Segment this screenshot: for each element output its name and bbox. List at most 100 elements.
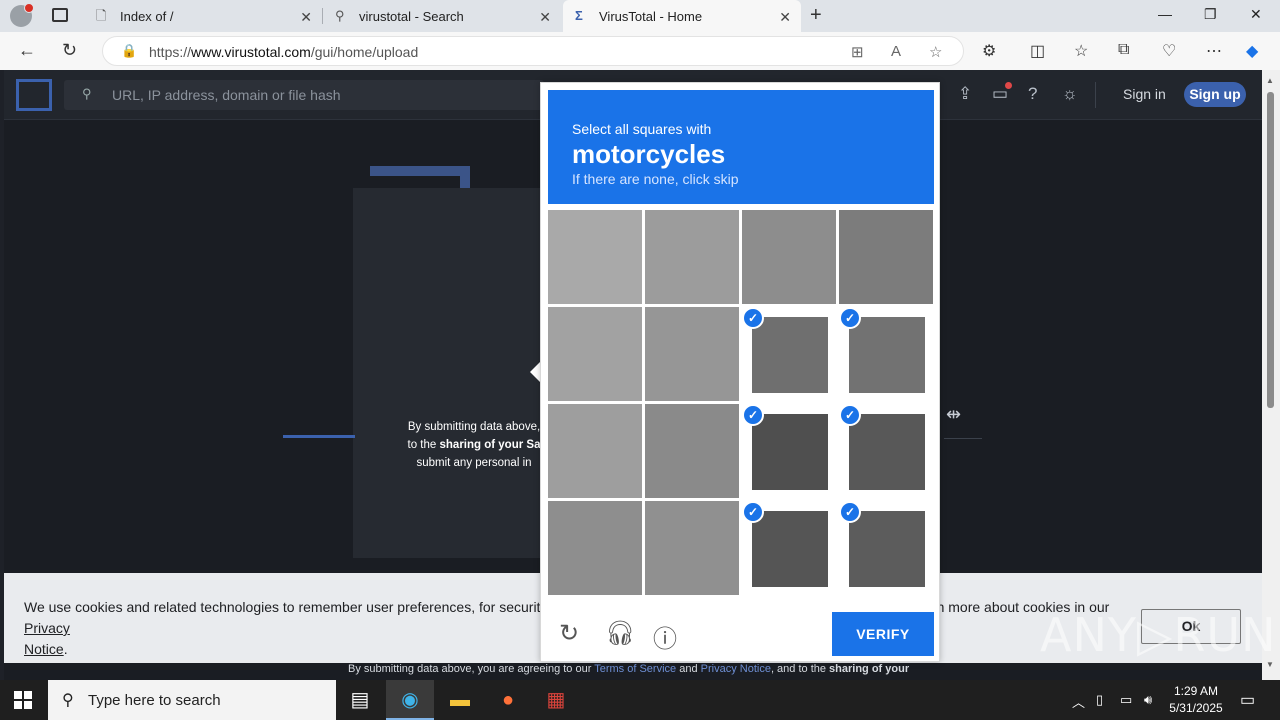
captcha-tile[interactable] [742, 210, 836, 304]
captcha-tile-image [752, 317, 828, 393]
sign-up-button[interactable]: Sign up [1184, 82, 1246, 107]
minimize-icon[interactable]: — [1158, 6, 1172, 22]
captcha-tile-image [548, 404, 642, 498]
clock[interactable]: 1:29 AM 5/31/2025 [1164, 683, 1228, 717]
captcha-tile-image [839, 210, 933, 304]
windows-start-icon[interactable] [14, 691, 32, 709]
captcha-tile[interactable] [839, 210, 933, 304]
privacy-notice-link[interactable]: Privacy [24, 620, 70, 636]
theme-toggle-icon[interactable]: ☼ [1062, 84, 1078, 104]
terms-link[interactable]: Terms of Service [594, 663, 676, 675]
firefox-icon[interactable]: ● [484, 680, 532, 720]
search-placeholder: URL, IP address, domain or file hash [112, 87, 341, 103]
network-icon[interactable]: ▭ [1120, 692, 1132, 708]
close-icon[interactable]: ✕ [300, 9, 312, 26]
app-available-icon[interactable]: ⊞ [851, 43, 864, 61]
reload-icon[interactable]: ↻ [559, 619, 579, 648]
privacy-link[interactable]: Privacy Notice [701, 663, 771, 675]
captcha-tile[interactable] [548, 501, 642, 595]
winrar-icon[interactable]: ▦ [532, 680, 580, 720]
taskbar-search-placeholder: Type here to search [88, 692, 221, 709]
privacy-notice-link-2[interactable]: Notice [24, 641, 64, 657]
favorites-icon[interactable]: ☆ [1074, 41, 1088, 61]
check-icon: ✓ [742, 404, 764, 426]
info-icon[interactable]: ⓘ [653, 619, 677, 654]
search-mode-icon[interactable]: ⇹ [946, 404, 961, 425]
captcha-tile[interactable] [645, 210, 739, 304]
captcha-tile-image [645, 404, 739, 498]
profile-avatar[interactable] [10, 3, 34, 27]
virustotal-logo[interactable] [16, 79, 52, 111]
captcha-tile-image [742, 210, 836, 304]
captcha-tile[interactable]: ✓ [742, 501, 836, 595]
captcha-tile[interactable]: ✓ [742, 307, 836, 401]
captcha-instruction: Select all squares with [572, 121, 712, 137]
help-icon[interactable]: ? [1028, 84, 1037, 104]
refresh-icon[interactable]: ↻ [62, 40, 77, 61]
read-aloud-icon[interactable]: A [891, 43, 901, 60]
captcha-footer: ↻ 🎧︎ ⓘ VERIFY [541, 603, 941, 663]
url-field[interactable]: 🔒 https://www.virustotal.com/gui/home/up… [102, 36, 964, 66]
captcha-tile[interactable]: ✓ [839, 404, 933, 498]
audio-challenge-icon[interactable]: 🎧︎ [605, 619, 635, 648]
sign-in-link[interactable]: Sign in [1123, 86, 1166, 102]
captcha-tile[interactable]: ✓ [742, 404, 836, 498]
address-bar-row: ← ↻ 🔒 https://www.virustotal.com/gui/hom… [0, 32, 1280, 70]
file-explorer-icon[interactable]: ▬ [436, 680, 484, 720]
tab-bar: 🗋 Index of / ✕ ⚲ virustotal - Search ✕ Σ… [0, 0, 1280, 32]
split-screen-icon[interactable]: ◫ [1030, 41, 1045, 61]
close-icon[interactable]: ✕ [779, 9, 791, 26]
extensions-icon[interactable]: ⚙ [982, 41, 996, 61]
captcha-tile[interactable] [645, 307, 739, 401]
scroll-up-icon[interactable]: ▲ [1266, 76, 1274, 85]
anyrun-watermark: ANY▷RUN [1040, 608, 1277, 662]
captcha-target: motorcycles [572, 139, 726, 169]
favorite-star-icon[interactable]: ☆ [929, 43, 942, 61]
tab-index[interactable]: 🗋 Index of / ✕ [84, 0, 322, 32]
captcha-dialog: Select all squares with motorcycles If t… [540, 82, 940, 662]
check-icon: ✓ [839, 501, 861, 523]
upload-icon[interactable]: ⇪ [958, 84, 972, 104]
tab-virustotal-home[interactable]: Σ VirusTotal - Home ✕ [563, 0, 801, 32]
captcha-tile[interactable] [548, 404, 642, 498]
window-close-icon[interactable]: ✕ [1250, 6, 1262, 23]
check-icon: ✓ [742, 307, 764, 329]
search-icon: ⚲ [82, 86, 92, 101]
scroll-thumb[interactable] [1267, 92, 1274, 408]
battery-icon[interactable]: ▯ [1096, 692, 1103, 708]
page-icon: 🗋 [96, 8, 107, 23]
captcha-tile-image [645, 210, 739, 304]
notifications-center-icon[interactable]: ▭ [1240, 690, 1255, 710]
notifications-icon[interactable]: ▭ [992, 82, 1013, 104]
vt-search-input[interactable]: ⚲ URL, IP address, domain or file hash [64, 80, 544, 110]
captcha-tile[interactable] [548, 307, 642, 401]
browser-essentials-icon[interactable]: ♡ [1162, 41, 1176, 61]
restore-icon[interactable]: ❐ [1204, 6, 1217, 23]
search-icon: ⚲ [62, 692, 74, 709]
new-tab-icon[interactable]: + [810, 4, 822, 27]
collections-icon[interactable]: ⧉ [1118, 41, 1129, 59]
verify-button[interactable]: VERIFY [832, 612, 934, 656]
tab-virustotal-search[interactable]: ⚲ virustotal - Search ✕ [323, 0, 561, 32]
task-view-icon[interactable]: ▤ [336, 680, 384, 720]
close-icon[interactable]: ✕ [539, 9, 551, 26]
captcha-tile-image [548, 501, 642, 595]
captcha-tile[interactable]: ✓ [839, 501, 933, 595]
tray-chevron-icon[interactable]: ︿ [1072, 692, 1085, 711]
taskbar-search[interactable]: ⚲ Type here to search [48, 680, 336, 720]
more-icon[interactable]: ⋯ [1206, 41, 1222, 61]
captcha-tile[interactable]: ✓ [839, 307, 933, 401]
captcha-tile[interactable] [548, 210, 642, 304]
captcha-tile[interactable] [645, 404, 739, 498]
edge-icon[interactable]: ◉ [386, 680, 434, 720]
search-icon: ⚲ [335, 8, 345, 23]
page-scrollbar[interactable]: ▲ ▼ [1262, 70, 1280, 680]
volume-icon[interactable]: 🔊︎ [1144, 692, 1152, 708]
captcha-tile[interactable] [645, 501, 739, 595]
captcha-tile-image [548, 307, 642, 401]
clock-date: 5/31/2025 [1169, 701, 1223, 715]
tab-actions-icon[interactable] [52, 8, 68, 22]
copilot-icon[interactable]: ◆ [1246, 41, 1258, 61]
back-icon[interactable]: ← [18, 40, 36, 61]
check-icon: ✓ [742, 501, 764, 523]
